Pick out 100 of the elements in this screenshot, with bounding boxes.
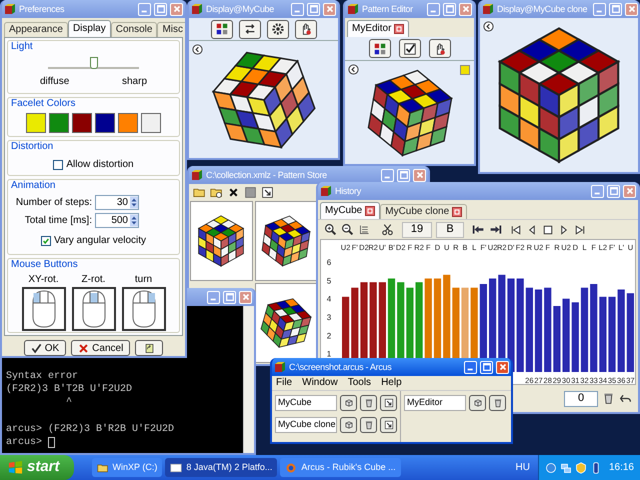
check-button[interactable]: [398, 39, 420, 58]
display-button[interactable]: [380, 395, 397, 411]
arrow-right-bar-icon[interactable]: [489, 223, 502, 236]
square-icon[interactable]: [244, 186, 257, 199]
cube-icon[interactable]: [344, 398, 354, 408]
color-grid-button[interactable]: [210, 20, 232, 38]
name-field[interactable]: MyCube: [275, 395, 337, 411]
current-move-field[interactable]: B: [436, 222, 464, 238]
color-swatch[interactable]: [141, 113, 161, 133]
cross-icon[interactable]: [78, 342, 90, 354]
color-swatch[interactable]: [49, 113, 69, 133]
cube-icon[interactable]: [472, 398, 482, 408]
tab[interactable]: Misc: [157, 22, 185, 37]
hand-button[interactable]: [294, 20, 316, 38]
swap-button[interactable]: [238, 20, 260, 38]
settings-icon[interactable]: [270, 22, 284, 36]
tab-close-icon[interactable]: [394, 24, 404, 34]
checkbox[interactable]: [53, 160, 64, 170]
trash-icon[interactable]: [364, 398, 374, 408]
tab[interactable]: MyCube clone: [380, 204, 468, 219]
name-field[interactable]: MyEditor: [404, 395, 466, 411]
zoom-in-icon[interactable]: [324, 223, 337, 236]
checkbox[interactable]: [40, 236, 51, 246]
pattern-thumbnail[interactable]: [254, 283, 317, 363]
reset-button[interactable]: [135, 340, 164, 356]
window-icon[interactable]: [170, 462, 182, 474]
tab[interactable]: MyCube: [320, 202, 380, 219]
drive-icon[interactable]: [96, 462, 109, 474]
taskbar-button[interactable]: WinXP (C:): [92, 458, 162, 477]
mouse-button-selector[interactable]: [22, 287, 66, 331]
spinner-icon[interactable]: [130, 196, 138, 209]
back-icon[interactable]: [348, 64, 359, 75]
move-count-field[interactable]: 19: [402, 222, 432, 238]
cube-icon[interactable]: [344, 420, 354, 430]
scrollbar[interactable]: [243, 306, 254, 453]
arrow-left-bar-icon[interactable]: [472, 223, 485, 236]
checkmark-icon[interactable]: [30, 342, 42, 354]
color-swatch[interactable]: [95, 113, 115, 133]
delete-button[interactable]: [489, 395, 506, 411]
pattern-thumbnail[interactable]: [190, 201, 252, 281]
tab[interactable]: Appearance: [4, 22, 68, 37]
delete-icon[interactable]: [227, 186, 240, 199]
last-icon[interactable]: [574, 224, 586, 236]
tab-close-icon[interactable]: [365, 206, 376, 216]
network-icon[interactable]: [560, 462, 572, 474]
color-swatch[interactable]: [26, 113, 46, 133]
list-icon[interactable]: [358, 223, 371, 236]
stop-icon[interactable]: [542, 224, 554, 236]
number-field[interactable]: 30: [95, 195, 139, 210]
arrow-box-icon[interactable]: [384, 398, 394, 408]
delete-button[interactable]: [360, 417, 377, 433]
swap-arrows-icon[interactable]: [242, 22, 256, 36]
spinner-icon[interactable]: [130, 214, 138, 227]
display-button[interactable]: [380, 417, 397, 433]
first-icon[interactable]: [510, 224, 522, 236]
cube-button[interactable]: [340, 417, 357, 433]
arrow-box-icon[interactable]: [384, 420, 394, 430]
mouse-button-selector[interactable]: [72, 287, 116, 331]
tab[interactable]: Console: [110, 22, 158, 37]
menu-item[interactable]: Tools: [348, 378, 372, 388]
zoom-out-icon[interactable]: [341, 223, 354, 236]
pattern-thumbnail[interactable]: [254, 201, 317, 281]
tab[interactable]: MyEditor: [347, 20, 410, 37]
checkbox-icon[interactable]: [261, 186, 274, 199]
checkmark-icon[interactable]: [402, 42, 416, 56]
menu-item[interactable]: File: [276, 378, 292, 388]
menu-item[interactable]: Help: [381, 378, 402, 388]
settings-button[interactable]: [266, 20, 288, 38]
back-icon[interactable]: [192, 44, 203, 55]
slider-track[interactable]: [48, 59, 139, 69]
tab[interactable]: Display: [68, 20, 111, 37]
taskbar-button[interactable]: 8 Java(TM) 2 Platfo...: [165, 458, 278, 477]
scissors-icon[interactable]: [381, 223, 394, 236]
color-grid-icon[interactable]: [372, 42, 386, 56]
help-icon[interactable]: [544, 462, 557, 474]
color-swatch[interactable]: [118, 113, 138, 133]
cube-button[interactable]: [340, 395, 357, 411]
menu-item[interactable]: Window: [302, 378, 338, 388]
trash-icon[interactable]: [364, 420, 374, 430]
number-field[interactable]: 500: [95, 213, 139, 228]
name-field[interactable]: MyCube clone: [275, 417, 337, 433]
trash-icon[interactable]: [492, 398, 502, 408]
position-field[interactable]: 0: [564, 390, 598, 406]
trash-icon[interactable]: [602, 392, 615, 405]
color-swatch[interactable]: [72, 113, 92, 133]
cancel-button[interactable]: Cancel: [71, 340, 130, 356]
ok-button[interactable]: OK: [24, 340, 66, 356]
taskbar-button[interactable]: Arcus - Rubik's Cube ...: [280, 458, 401, 477]
delete-button[interactable]: [360, 395, 377, 411]
paint-color-swatch[interactable]: [460, 65, 470, 75]
undo-icon[interactable]: [619, 392, 632, 405]
color-grid-icon[interactable]: [214, 22, 228, 36]
cube-button[interactable]: [469, 395, 486, 411]
hand-button[interactable]: [428, 39, 450, 58]
language-indicator[interactable]: HU: [508, 460, 538, 475]
back-icon[interactable]: [483, 21, 494, 32]
folder-icon[interactable]: [210, 186, 223, 199]
slider-thumb[interactable]: [90, 57, 98, 69]
color-grid-button[interactable]: [368, 39, 390, 58]
mouse-button-selector[interactable]: [122, 287, 166, 331]
